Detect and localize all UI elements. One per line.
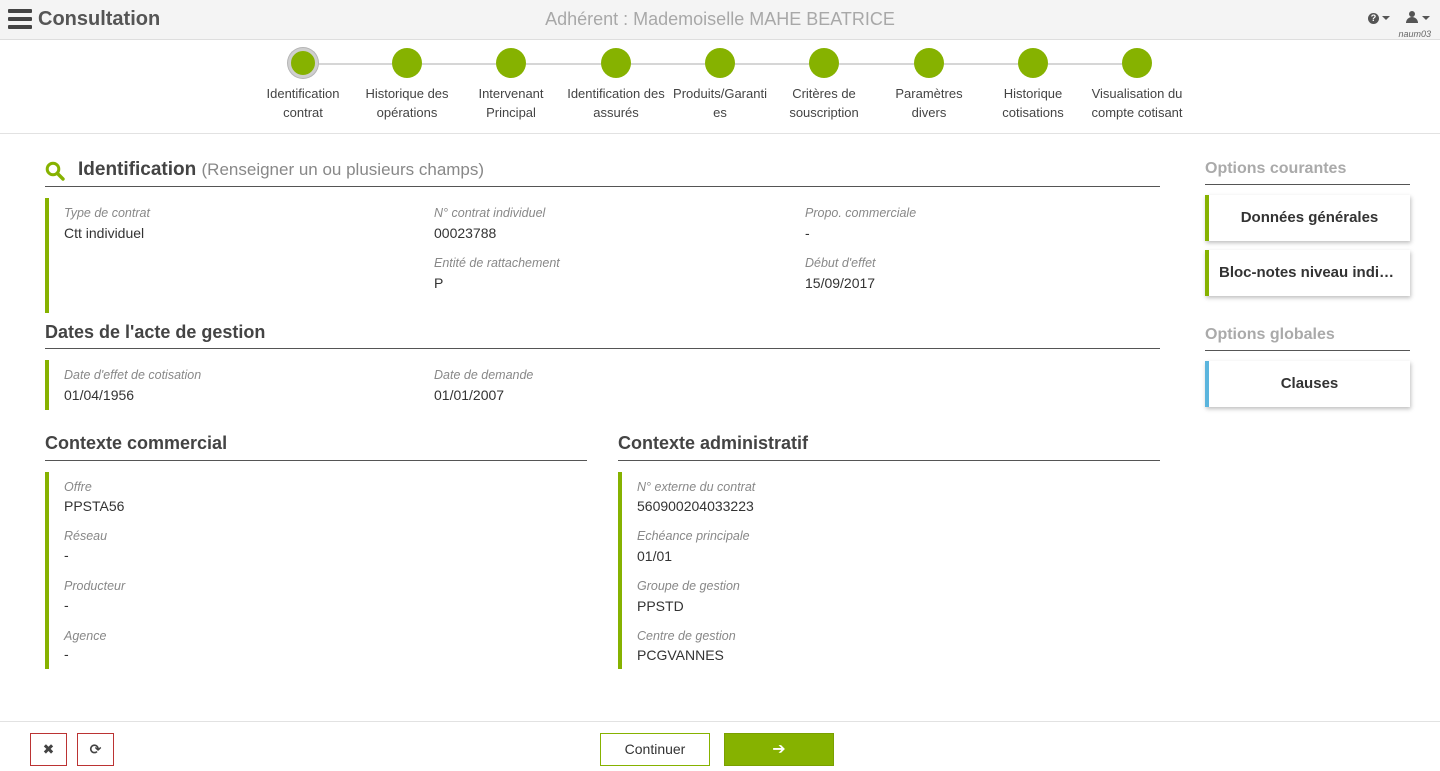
field-value-num-contrat: 00023788 (434, 225, 497, 241)
footer-bar (0, 721, 1440, 771)
continue-button[interactable]: Continuer (600, 733, 710, 766)
step-dot (1122, 48, 1152, 78)
accent-bar (45, 472, 49, 669)
member-name-container: Adhérent : Mademoiselle MAHE BEATRICE (0, 9, 1440, 30)
step-historique-cotisations[interactable]: Historique cotisations (978, 48, 1088, 122)
arrow-right-icon: ➔ (772, 741, 786, 758)
step-label: Intervenant Principal (478, 86, 544, 120)
top-bar: Consultation Adhérent : Mademoiselle MAH… (0, 0, 1440, 40)
app-title: Consultation (38, 8, 161, 30)
dates-title: Dates de l'acte de gestion (45, 322, 266, 342)
help-menu[interactable]: ? (1368, 12, 1390, 24)
field-label-agence: Agence (64, 629, 107, 643)
question-icon: ? (1368, 13, 1379, 24)
user-icon (1406, 17, 1418, 23)
step-dot (705, 48, 735, 78)
section-divider (45, 348, 1160, 349)
field-label-date-demande: Date de demande (434, 368, 534, 382)
accent-bar (618, 472, 622, 669)
field-label-num-externe: N° externe du contrat (637, 480, 756, 494)
step-label: Historique des opérations (365, 86, 449, 120)
options-courantes-title: Options courantes (1205, 160, 1347, 177)
field-label-offre: Offre (64, 480, 92, 494)
caret-down-icon (1382, 16, 1390, 21)
field-value-centre-gestion: PCGVANNES (637, 647, 724, 663)
field-label-centre-gestion: Centre de gestion (637, 629, 736, 643)
step-dot (288, 48, 318, 78)
step-intervenant-principal[interactable]: Intervenant Principal (456, 48, 566, 122)
section-title: Identification (78, 159, 197, 180)
section-divider (618, 460, 1160, 461)
field-value-echeance: 01/01 (637, 548, 673, 564)
member-name: Adhérent : Mademoiselle MAHE BEATRICE (545, 9, 895, 29)
clauses-button[interactable]: Clauses (1205, 361, 1410, 407)
field-value-offre: PPSTA56 (64, 498, 125, 514)
section-subtitle: (Renseigner un ou plusieurs champs) (201, 160, 485, 179)
step-label: Produits/Garanti es (673, 86, 767, 120)
donnees-generales-button[interactable]: Données générales (1205, 195, 1410, 241)
step-criteres-souscription[interactable]: Critères de souscription (769, 48, 879, 122)
section-divider (45, 460, 587, 461)
field-label-entite: Entité de rattachement (434, 256, 560, 270)
step-visualisation-compte[interactable]: Visualisation du compte cotisant (1082, 48, 1192, 122)
refresh-button[interactable]: ⟳ (77, 733, 114, 766)
step-label: Visualisation du compte cotisant (1091, 86, 1183, 120)
accent-bar (45, 360, 49, 410)
accent-bar (45, 198, 49, 313)
field-label-type-contrat: Type de contrat (64, 206, 150, 220)
options-divider (1205, 350, 1410, 351)
field-label-propo-commerciale: Propo. commerciale (805, 206, 917, 220)
refresh-icon: ⟳ (89, 741, 102, 757)
field-label-echeance: Echéance principale (637, 529, 750, 543)
field-label-groupe-gestion: Groupe de gestion (637, 579, 740, 593)
contexte-commercial-title: Contexte commercial (45, 433, 228, 453)
step-dot (809, 48, 839, 78)
field-value-num-externe: 560900204033223 (637, 498, 754, 514)
field-label-reseau: Réseau (64, 529, 108, 543)
field-value-producteur: - (64, 597, 69, 613)
field-value-agence: - (64, 646, 69, 662)
step-dot (601, 48, 631, 78)
step-label: Paramètres divers (895, 86, 963, 120)
step-historique-operations[interactable]: Historique des opérations (352, 48, 462, 122)
cancel-button[interactable]: ✖ (30, 733, 67, 766)
step-dot (392, 48, 422, 78)
field-value-type-contrat: Ctt individuel (64, 225, 145, 241)
field-label-debut-effet: Début d'effet (805, 256, 876, 270)
field-label-num-contrat: N° contrat individuel (434, 206, 546, 220)
next-button[interactable]: ➔ (724, 733, 834, 766)
caret-down-icon (1422, 16, 1430, 20)
step-dot (496, 48, 526, 78)
step-label: Identification des assurés (567, 86, 665, 120)
identification-title: Identification (Renseigner un ou plusieu… (78, 159, 484, 181)
field-value-entite: P (434, 275, 444, 291)
field-label-producteur: Producteur (64, 579, 126, 593)
step-dot (914, 48, 944, 78)
section-divider (45, 186, 1160, 187)
step-identification-assures[interactable]: Identification des assurés (561, 48, 671, 122)
step-parametres-divers[interactable]: Paramètres divers (874, 48, 984, 122)
close-icon: ✖ (42, 741, 55, 757)
search-icon (45, 161, 65, 181)
step-identification-contrat[interactable]: Identification contrat (248, 48, 358, 122)
field-value-groupe-gestion: PPSTD (637, 598, 684, 614)
options-divider (1205, 184, 1410, 185)
field-value-propo-commerciale: - (805, 225, 810, 241)
field-label-date-effet-cotisation: Date d'effet de cotisation (64, 368, 202, 382)
options-globales-title: Options globales (1205, 326, 1335, 343)
wizard-stepper: Identification contrat Historique des opér… (0, 40, 1440, 134)
hamburger-menu-icon[interactable] (8, 9, 32, 29)
step-produits-garanties[interactable]: Produits/Garanti es (665, 48, 775, 122)
field-value-date-effet-cotisation: 01/04/1956 (64, 387, 135, 403)
step-dot (1018, 48, 1048, 78)
field-value-reseau: - (64, 547, 69, 563)
username: naum03 (1398, 29, 1431, 39)
step-label: Critères de souscription (789, 86, 859, 120)
step-label: Historique cotisations (1002, 86, 1064, 120)
field-value-debut-effet: 15/09/2017 (805, 275, 876, 291)
bloc-notes-button[interactable]: Bloc-notes niveau indivi... (1205, 250, 1410, 296)
step-label: Identification contrat (266, 86, 340, 120)
field-value-date-demande: 01/01/2007 (434, 387, 505, 403)
contexte-administratif-title: Contexte administratif (618, 433, 809, 453)
